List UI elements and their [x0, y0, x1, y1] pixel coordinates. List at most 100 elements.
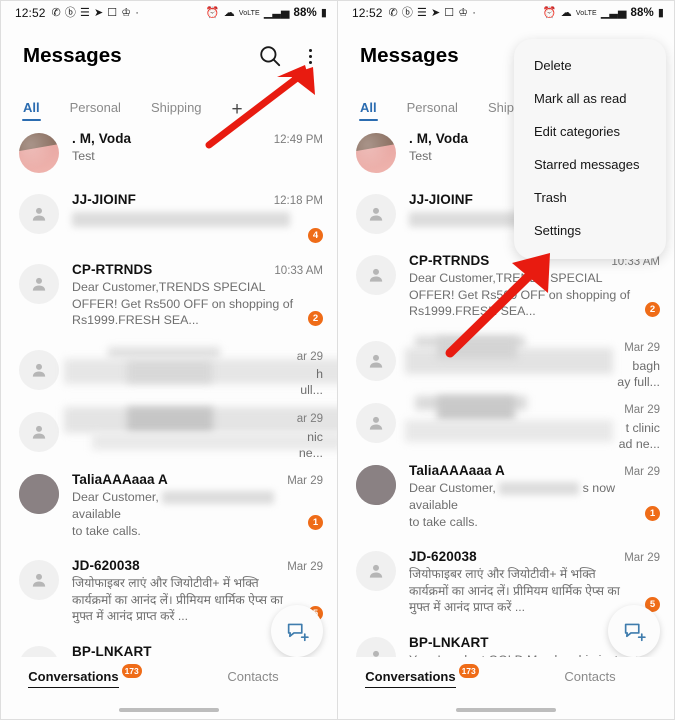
tab-all[interactable]: All [359, 100, 378, 121]
list-item-redacted[interactable]: Mar 29 bagh ay full... [338, 329, 674, 391]
nav-label: Contacts [564, 669, 616, 684]
list-item-body: CP-RTRNDS 10:33 AM Dear Customer,TRENDS … [409, 252, 660, 320]
nav-label: Contacts [227, 669, 279, 684]
list-item-redacted[interactable]: ar 29 nic ne... [1, 400, 337, 462]
preview-tail: bagh [632, 359, 660, 374]
alarm-icon: ⏰ [205, 6, 220, 19]
list-item-header: TaliaAAAaaa A Mar 29 [72, 472, 323, 487]
conversation-name: . M, Voda [409, 131, 469, 146]
list-item-body: JD-620038 Mar 29 जियोफाइबर लाएं और जियोट… [409, 548, 660, 615]
redaction-block [405, 420, 613, 443]
conversation-name: . M, Voda [72, 131, 132, 146]
menu-item-starred-messages[interactable]: Starred messages [514, 148, 666, 181]
home-gesture-bar[interactable] [456, 708, 556, 712]
list-item-header: . M, Voda 12:49 PM [72, 131, 323, 146]
tab-personal[interactable]: Personal [70, 100, 121, 121]
menu-item-settings[interactable]: Settings [514, 214, 666, 247]
kebab-menu-icon[interactable] [297, 43, 323, 69]
gallery-icon: ☰ [416, 6, 427, 19]
message-icon: ☐ [107, 6, 118, 19]
list-item-redacted[interactable]: ar 29 h ull... [1, 338, 337, 400]
screenshot-stage: 12:52 ✆ ⓑ ☰ ➤ ☐ ♔ · ⏰ ☁ VoLTE ▁▃▅ 88% ▮ [0, 0, 675, 720]
overflow-menu: Delete Mark all as read Edit categories … [514, 39, 666, 259]
avatar [356, 403, 396, 444]
new-message-icon [287, 623, 309, 641]
list-item[interactable]: CP-RTRNDS 10:33 AM Dear Customer,TRENDS … [1, 252, 337, 338]
list-item[interactable]: JJ-JIOINF 12:18 PM 4 [1, 182, 337, 252]
conversation-time: Mar 29 [624, 466, 660, 479]
nav-item-conversations[interactable]: Conversations 173 [1, 664, 169, 688]
preview-tail: ay full... [617, 375, 660, 390]
list-item[interactable]: . M, Voda 12:49 PM Test [1, 121, 337, 182]
conversation-name: JD-620038 [409, 549, 477, 565]
conversation-time-partial: ar 29 [296, 351, 323, 364]
phone-screen-right: 12:52 ✆ ⓑ ☰ ➤ ☐ ♔ · ⏰ ☁ VoLTE ▁▃▅ 88% ▮ [338, 0, 675, 720]
bottom-navigation: Conversations 173 Contacts [1, 657, 337, 719]
redaction-block [72, 212, 290, 227]
tab-shipping[interactable]: Shipping [151, 100, 202, 121]
list-item[interactable]: TaliaAAAaaa A Mar 29 Dear Customer, avai… [1, 462, 337, 548]
gallery-icon: ☰ [79, 6, 90, 19]
battery-icon: ▮ [320, 6, 327, 19]
app-bar: Messages [1, 25, 337, 87]
telegram-icon: ➤ [430, 6, 441, 19]
search-icon[interactable] [257, 43, 283, 69]
status-bar-notification-icons: ✆ ⓑ ☰ ➤ ☐ ♔ · [388, 6, 476, 19]
new-conversation-fab[interactable] [608, 605, 660, 657]
list-item-header: JD-620038 Mar 29 [409, 549, 660, 564]
conversation-time-partial: ar 29 [296, 413, 323, 426]
redaction-block [437, 337, 517, 360]
conversation-preview: Dear Customer,TRENDS SPECIAL OFFER! Get … [72, 279, 323, 329]
nav-label: Conversations [28, 669, 119, 688]
list-item-header: CP-RTRNDS 10:33 AM [72, 262, 323, 277]
nav-item-conversations[interactable]: Conversations 173 [338, 664, 506, 688]
volte-icon: VoLTE [238, 9, 260, 17]
signal-icon: ▁▃▅ [600, 6, 627, 19]
conversation-name: TaliaAAAaaa A [72, 472, 168, 488]
list-item[interactable]: TaliaAAAaaa A Mar 29 Dear Customer, s no… [338, 453, 674, 539]
dot-icon: · [472, 6, 476, 19]
conversation-time: 12:49 PM [273, 134, 323, 146]
conversation-time: 12:18 PM [273, 195, 323, 207]
circle-b-icon: ⓑ [64, 6, 76, 19]
whatsapp-icon: ✆ [388, 6, 398, 19]
nav-item-contacts[interactable]: Contacts [169, 669, 337, 684]
avatar [356, 341, 396, 382]
menu-item-delete[interactable]: Delete [514, 49, 666, 82]
conversation-time: Mar 29 [624, 342, 660, 355]
page-title: Messages [360, 44, 459, 67]
list-item-redacted[interactable]: Mar 29 t clinic ad ne... [338, 391, 674, 453]
preview-text-line2: to take calls. [409, 514, 478, 529]
volte-icon: VoLTE [575, 9, 597, 17]
avatar [19, 194, 59, 234]
menu-item-mark-all-as-read[interactable]: Mark all as read [514, 82, 666, 115]
avatar [356, 255, 396, 295]
new-conversation-fab[interactable] [271, 605, 323, 657]
nav-item-contacts[interactable]: Contacts [506, 669, 674, 684]
conversation-time: Mar 29 [287, 561, 323, 574]
tab-personal[interactable]: Personal [407, 100, 458, 121]
tab-all[interactable]: All [22, 100, 41, 121]
home-gesture-bar[interactable] [119, 708, 219, 712]
avatar [19, 560, 59, 601]
conversation-preview: Test [72, 149, 95, 163]
redaction-block [437, 396, 515, 423]
add-category-icon[interactable]: + [232, 100, 243, 121]
telegram-icon: ➤ [93, 6, 104, 19]
menu-item-trash[interactable]: Trash [514, 181, 666, 214]
status-bar-time: 12:52 [352, 6, 383, 20]
conversation-time: 10:33 AM [274, 265, 323, 277]
list-item-body: TaliaAAAaaa A Mar 29 Dear Customer, avai… [72, 471, 323, 539]
preview-text: Dear Customer, [72, 490, 159, 505]
preview-tail: t clinic [625, 421, 660, 436]
menu-item-edit-categories[interactable]: Edit categories [514, 115, 666, 148]
wifi-icon: ☁ [560, 6, 572, 19]
preview-text: available [72, 506, 121, 521]
redaction-block [162, 491, 275, 505]
status-bar: 12:52 ✆ ⓑ ☰ ➤ ☐ ♔ · ⏰ ☁ VoLTE ▁▃▅ 88% ▮ [338, 1, 674, 25]
wifi-icon: ☁ [223, 6, 235, 19]
page-title: Messages [23, 44, 122, 67]
unread-badge: 4 [308, 228, 323, 243]
list-item-header: TaliaAAAaaa A Mar 29 [409, 463, 660, 478]
avatar [356, 465, 396, 506]
